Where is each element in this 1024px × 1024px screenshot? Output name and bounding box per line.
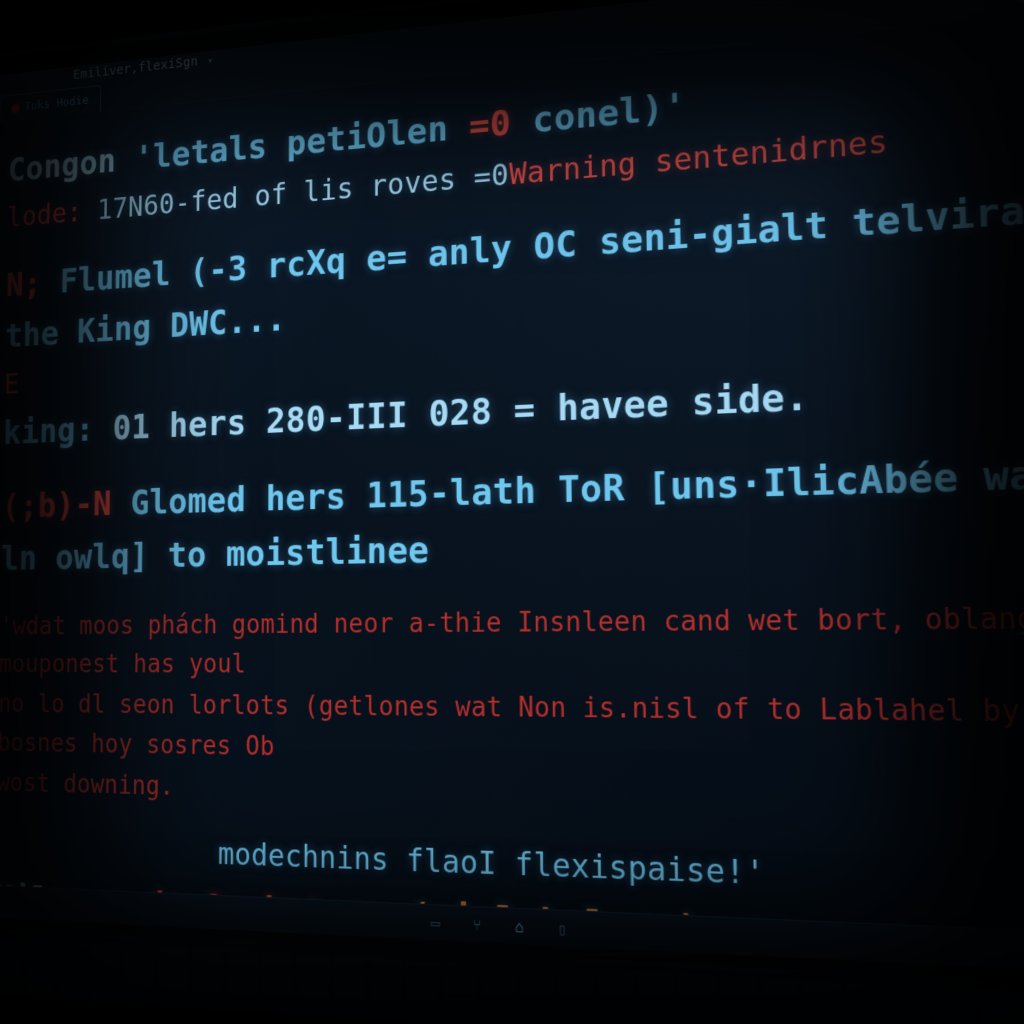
terminal-line: 'wdat moos phách gomind neor a-thie Insn…: [0, 596, 1024, 688]
home-icon[interactable]: ⌂: [510, 917, 528, 937]
fork-icon[interactable]: ⑂: [468, 915, 486, 935]
code-span: conel)': [511, 86, 687, 143]
code-span: wost downing.: [0, 769, 174, 802]
status-dot-grey-icon: [1019, 0, 1024, 4]
code-span: E: [4, 368, 19, 401]
tab-badge-icon: [12, 103, 20, 113]
code-span: =0: [469, 103, 511, 147]
code-span: Glomed hers 115-lath ToR: [130, 467, 647, 523]
code-span: -N: [74, 484, 130, 524]
code-span: 'wdat moos phách gomind neor a-thie Insn…: [0, 602, 1024, 680]
code-span: Congon: [8, 140, 135, 189]
screen: Emilíver,flexiSgn ▾ Tuks Hodie — □ ✕: [0, 0, 1024, 975]
code-span: king:: [3, 411, 94, 453]
code-span: no lo dl seon lorlots (getlones wat Non …: [0, 690, 1024, 762]
terminal-output[interactable]: Congon 'letals petiOlen =0 conel)'lode: …: [0, 7, 1024, 975]
code-span: N;: [6, 264, 60, 305]
page-icon[interactable]: ▯: [553, 918, 572, 938]
code-span: lode:: [7, 196, 82, 234]
status-dots: [1019, 0, 1024, 4]
window-icon[interactable]: ▭: [427, 913, 445, 933]
chevron-down-icon[interactable]: ▾: [207, 54, 213, 67]
tab-label: Tuks Hodie: [24, 94, 88, 114]
code-span: (;b): [2, 486, 75, 526]
